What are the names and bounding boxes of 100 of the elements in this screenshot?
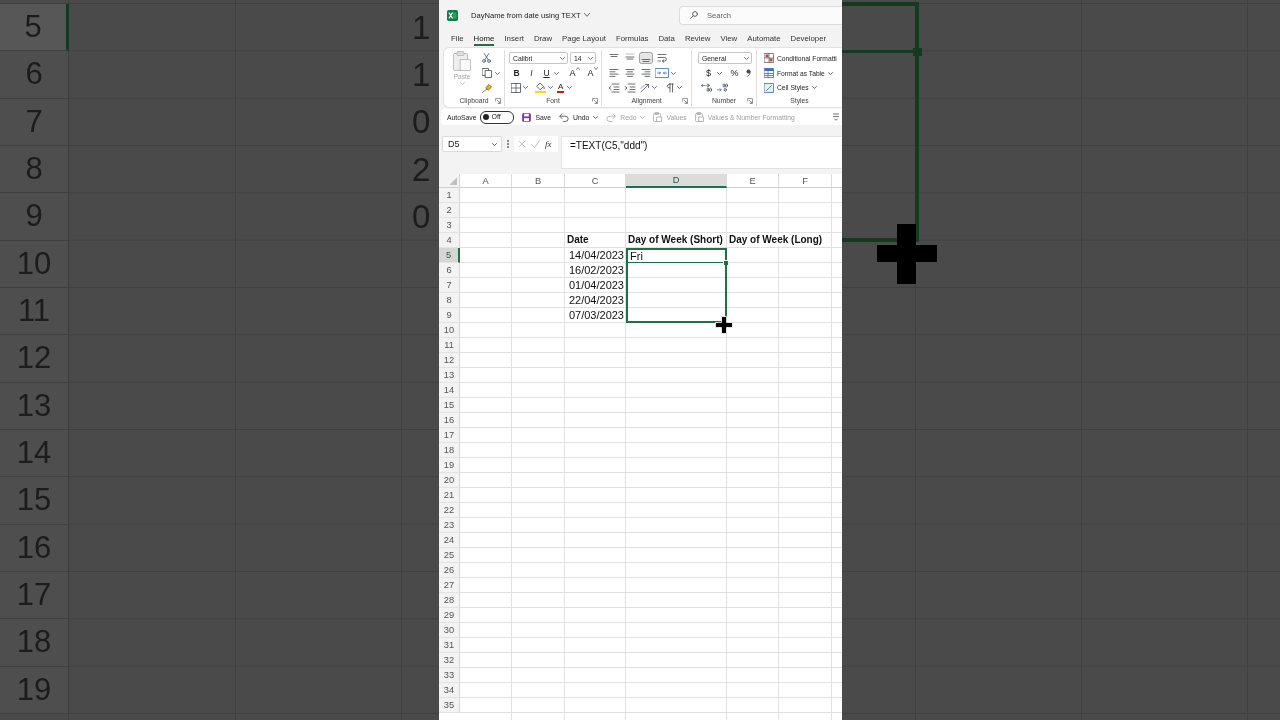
row-header[interactable]: 33: [439, 668, 460, 683]
column-header[interactable]: E: [727, 174, 779, 188]
row-header[interactable]: 34: [439, 683, 460, 698]
row-header[interactable]: 2: [439, 203, 460, 218]
grow-font-button[interactable]: A: [568, 67, 581, 79]
caret-icon[interactable]: [827, 71, 833, 75]
row-header[interactable]: 16: [439, 413, 460, 428]
formula-field[interactable]: =TEXT(C5,"ddd"): [561, 136, 842, 169]
row-header[interactable]: 31: [439, 638, 460, 653]
fill-range-cell[interactable]: Fri: [626, 248, 727, 263]
row-header[interactable]: 25: [439, 548, 460, 563]
column-header[interactable]: C: [565, 174, 626, 188]
dialog-launcher-icon[interactable]: [682, 97, 688, 104]
row-header[interactable]: 14: [439, 383, 460, 398]
caret-icon[interactable]: [492, 142, 497, 146]
row-header[interactable]: 20: [439, 473, 460, 488]
text-direction-icon[interactable]: [665, 82, 675, 93]
customize-toolbar-icon[interactable]: [833, 113, 839, 121]
row-header[interactable]: 1: [439, 188, 460, 203]
align-center-icon[interactable]: [623, 67, 637, 79]
fill-range-cell[interactable]: [626, 278, 727, 293]
row-header[interactable]: 32: [439, 653, 460, 668]
increase-decimal-icon[interactable]: [701, 83, 712, 93]
row-header[interactable]: 18: [439, 443, 460, 458]
row-header[interactable]: 23: [439, 518, 460, 533]
caret-icon[interactable]: [652, 86, 657, 90]
percent-button[interactable]: %: [728, 67, 741, 79]
row-header[interactable]: 11: [439, 338, 460, 353]
fill-color-icon[interactable]: [535, 82, 546, 94]
row-header[interactable]: 30: [439, 623, 460, 638]
decrease-decimal-icon[interactable]: [717, 83, 728, 93]
row-header[interactable]: 8: [439, 293, 460, 308]
row-header[interactable]: 13: [439, 368, 460, 383]
shrink-font-button[interactable]: A: [586, 67, 599, 79]
row-header[interactable]: 7: [439, 278, 460, 293]
column-header[interactable]: D: [626, 174, 727, 188]
row-header[interactable]: 21: [439, 488, 460, 503]
increase-indent-icon[interactable]: [623, 82, 637, 93]
row-header[interactable]: 17: [439, 428, 460, 443]
underline-button[interactable]: U: [539, 67, 554, 79]
row-header[interactable]: 19: [439, 458, 460, 473]
paintbrush-icon[interactable]: [482, 82, 492, 93]
row-header[interactable]: 15: [439, 398, 460, 413]
caret-icon[interactable]: [593, 115, 599, 119]
font-color-button[interactable]: A: [557, 82, 565, 93]
column-header[interactable]: F: [779, 174, 832, 188]
fill-range-cell[interactable]: [626, 263, 727, 278]
row-header[interactable]: 12: [439, 353, 460, 368]
name-box[interactable]: D5: [442, 136, 502, 152]
caret-icon[interactable]: [588, 56, 593, 60]
wrap-text-icon[interactable]: [655, 52, 669, 65]
insert-function-button[interactable]: fx: [545, 139, 552, 149]
caret-icon[interactable]: [548, 86, 553, 90]
row-header[interactable]: 29: [439, 608, 460, 623]
orientation-icon[interactable]: [640, 82, 650, 93]
column-header[interactable]: B: [512, 174, 565, 188]
caret-icon[interactable]: [677, 86, 682, 90]
row-header[interactable]: 4: [439, 233, 460, 248]
row-header[interactable]: 27: [439, 578, 460, 593]
bold-button[interactable]: B: [509, 67, 524, 79]
row-header[interactable]: 5: [439, 248, 460, 263]
check-icon[interactable]: [531, 140, 540, 148]
fill-handle: [913, 48, 922, 56]
comma-style-icon[interactable]: [746, 69, 751, 77]
caret-icon[interactable]: [554, 71, 559, 75]
scissors-icon[interactable]: [482, 53, 491, 64]
borders-icon[interactable]: [511, 82, 521, 93]
caret-icon[interactable]: [671, 71, 676, 75]
copy-icon[interactable]: [482, 68, 492, 78]
row-header[interactable]: 9: [439, 308, 460, 323]
dialog-launcher-icon[interactable]: [592, 97, 598, 104]
merge-cells-icon[interactable]: [655, 68, 669, 78]
caret-icon[interactable]: [567, 86, 573, 90]
column-header[interactable]: A: [460, 174, 512, 188]
row-header[interactable]: 22: [439, 503, 460, 518]
row-header[interactable]: 35: [439, 698, 460, 713]
conditional-formatting-icon: [764, 53, 774, 64]
fill-handle[interactable]: [723, 260, 729, 266]
currency-button[interactable]: $: [702, 67, 715, 79]
caret-icon[interactable]: [717, 71, 722, 75]
row-header[interactable]: 6: [439, 263, 460, 278]
fill-range-cell[interactable]: [626, 293, 727, 308]
caret-icon[interactable]: [744, 56, 749, 60]
row-header[interactable]: 3: [439, 218, 460, 233]
spreadsheet-logo-icon: [447, 9, 458, 21]
align-right-icon[interactable]: [639, 67, 653, 79]
caret-icon[interactable]: [560, 56, 565, 60]
caret-icon[interactable]: [811, 86, 817, 90]
decrease-indent-icon[interactable]: [607, 82, 621, 93]
italic-button[interactable]: I: [524, 67, 539, 79]
dialog-launcher-icon[interactable]: [495, 97, 501, 104]
dialog-launcher-icon[interactable]: [747, 97, 753, 104]
caret-icon[interactable]: [495, 71, 500, 75]
caret-icon[interactable]: [523, 86, 528, 90]
align-left-icon[interactable]: [607, 67, 621, 79]
row-header[interactable]: 24: [439, 533, 460, 548]
row-header[interactable]: 28: [439, 593, 460, 608]
row-header[interactable]: 26: [439, 563, 460, 578]
row-header[interactable]: 10: [439, 323, 460, 338]
align-bottom-icon[interactable]: [639, 52, 653, 65]
